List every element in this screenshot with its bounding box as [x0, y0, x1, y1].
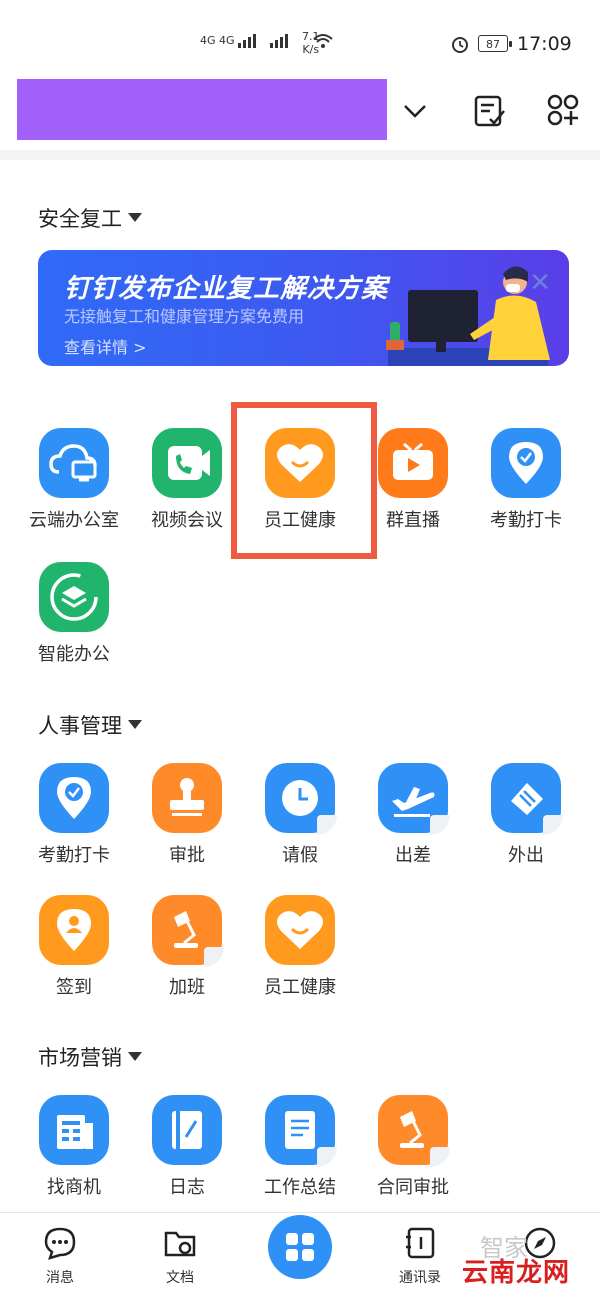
folder-icon	[164, 1231, 196, 1257]
app-approval[interactable]: 审批	[130, 763, 244, 867]
app-smart-office[interactable]: 智能办公	[17, 562, 131, 666]
workbench-button[interactable]	[268, 1215, 332, 1279]
caret-down-icon	[128, 1051, 142, 1061]
nav-messages[interactable]: 消息	[10, 1225, 110, 1287]
chat-icon	[44, 1227, 76, 1260]
close-icon[interactable]: ✕	[529, 268, 551, 298]
section-title-marketing[interactable]: 市场营销	[38, 1042, 142, 1072]
caret-down-icon	[128, 719, 142, 729]
network-speed: 7.1 K/s	[302, 30, 320, 56]
watermark: 云南龙网	[462, 1258, 571, 1288]
battery-indicator: 87	[478, 35, 512, 52]
alarm-icon	[452, 37, 468, 53]
workbench-grid-icon	[286, 1233, 314, 1261]
desk-lamp-icon	[378, 1095, 450, 1167]
app-journal[interactable]: 日志	[130, 1095, 244, 1199]
app-work-summary[interactable]: 工作总结	[243, 1095, 357, 1199]
app-contract-approval[interactable]: 合同审批	[356, 1095, 470, 1199]
nav-contacts[interactable]: 通讯录	[370, 1225, 470, 1287]
apps-add-icon[interactable]	[544, 91, 584, 131]
banner-link[interactable]: 查看详情 >	[64, 334, 147, 358]
layers-icon	[39, 562, 109, 632]
document-icon	[265, 1095, 337, 1167]
section-title-hr[interactable]: 人事管理	[38, 710, 142, 740]
app-group-live[interactable]: 群直播	[356, 428, 470, 532]
heart-smile-icon	[265, 895, 335, 965]
stamp-icon	[152, 763, 222, 833]
section-title-safe-return[interactable]: 安全复工	[38, 203, 142, 233]
status-bar: 4G 4G 7.1 K/s 87 17:09	[0, 0, 600, 75]
app-employee-health-hr[interactable]: 员工健康	[243, 895, 357, 999]
top-header	[0, 75, 600, 150]
app-find-opportunity[interactable]: 找商机	[17, 1095, 131, 1199]
caret-down-icon	[128, 212, 142, 222]
banner-title: 钉钉发布企业复工解决方案	[64, 274, 389, 304]
app-attendance-hr[interactable]: 考勤打卡	[17, 763, 131, 867]
org-name-block[interactable]	[17, 79, 387, 140]
journal-icon	[152, 1095, 222, 1165]
airplane-icon	[378, 763, 450, 835]
video-call-icon	[152, 428, 222, 498]
app-sign-in[interactable]: 签到	[17, 895, 131, 999]
app-cloud-office[interactable]: 云端办公室	[17, 428, 131, 532]
app-attendance[interactable]: 考勤打卡	[469, 428, 583, 532]
app-overtime[interactable]: 加班	[130, 895, 244, 999]
app-business-trip[interactable]: 出差	[356, 763, 470, 867]
banner-subtitle: 无接触复工和健康管理方案免费用	[64, 307, 305, 326]
signal-icon	[238, 34, 289, 48]
nav-docs[interactable]: 文档	[130, 1225, 230, 1287]
clock-icon	[265, 763, 337, 835]
heart-smile-icon	[265, 428, 335, 498]
desk-lamp-icon	[152, 895, 224, 967]
app-employee-health[interactable]: 员工健康	[243, 428, 357, 532]
building-icon	[39, 1095, 109, 1165]
app-outing[interactable]: 外出	[469, 763, 583, 867]
contacts-icon	[406, 1227, 435, 1259]
cloud-office-icon	[39, 428, 109, 498]
location-person-icon	[39, 895, 109, 965]
location-check-icon	[39, 763, 109, 833]
checklist-icon[interactable]	[470, 91, 510, 131]
app-video-meeting[interactable]: 视频会议	[130, 428, 244, 532]
location-check-icon	[491, 428, 561, 498]
promo-banner[interactable]: 钉钉发布企业复工解决方案 无接触复工和健康管理方案免费用 查看详情 > ✕	[38, 250, 569, 366]
chevron-down-icon[interactable]	[395, 91, 435, 131]
clock: 17:09	[517, 33, 572, 55]
outing-icon	[491, 763, 563, 835]
live-tv-icon	[378, 428, 448, 498]
app-leave[interactable]: 请假	[243, 763, 357, 867]
header-divider	[0, 150, 600, 160]
